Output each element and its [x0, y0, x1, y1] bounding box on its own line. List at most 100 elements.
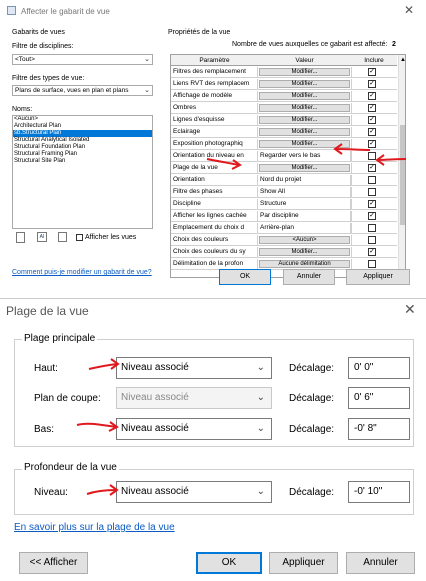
chevron-down-icon: ⌄: [256, 486, 265, 497]
view-range-help-link[interactable]: En savoir plus sur la plage de la vue: [14, 522, 175, 533]
param-value[interactable]: Par discipline: [258, 211, 351, 221]
list-item[interactable]: <Aucun>: [13, 116, 152, 123]
annotation-arrow-icon: [76, 421, 119, 432]
param-value[interactable]: Nord du projet: [258, 175, 351, 185]
close-icon[interactable]: ✕: [404, 3, 414, 17]
param-value[interactable]: Show All: [258, 187, 351, 197]
rename-icon[interactable]: AI: [37, 232, 47, 242]
bottom-level-select[interactable]: Niveau associé ⌄: [116, 418, 272, 440]
list-item[interactable]: sb.Structural Plan: [13, 130, 152, 137]
list-item[interactable]: Structural Site Plan: [13, 158, 152, 165]
ok-button[interactable]: OK: [196, 552, 262, 574]
cancel-button[interactable]: Annuler: [346, 552, 415, 574]
edit-value-button[interactable]: Modifier...: [259, 164, 350, 172]
show-views-checkbox[interactable]: [76, 234, 83, 241]
duplicate-icon[interactable]: [16, 232, 25, 243]
top-offset-input[interactable]: 0' 0": [348, 357, 410, 379]
apply-button[interactable]: Appliquer: [269, 552, 338, 574]
show-button[interactable]: << Afficher: [19, 552, 88, 574]
include-checkbox-checked[interactable]: ✓: [368, 248, 376, 256]
assigned-count-label: Nombre de vues auxquelles ce gabarit est…: [232, 41, 388, 48]
cancel-button[interactable]: Annuler: [283, 269, 335, 285]
top-level-select[interactable]: Niveau associé ⌄: [116, 357, 272, 379]
edit-value-button[interactable]: Modifier...: [259, 248, 350, 256]
list-item[interactable]: Architectural Plan: [13, 123, 152, 130]
param-name: Discipline: [171, 199, 258, 209]
ok-button[interactable]: OK: [219, 269, 271, 285]
include-checkbox-checked[interactable]: ✓: [368, 80, 376, 88]
dialog-title: Affecter le gabarit de vue: [21, 7, 110, 16]
table-row: Emplacement du choix d Arrière-plan: [171, 223, 397, 234]
top-label: Haut:: [34, 363, 58, 374]
edit-value-button[interactable]: Modifier...: [259, 68, 350, 76]
table-row: Affichage de modèle Modifier... ✓: [171, 91, 397, 102]
include-checkbox[interactable]: [368, 224, 376, 232]
include-checkbox[interactable]: [368, 236, 376, 244]
include-checkbox[interactable]: [368, 260, 376, 268]
discipline-filter-select[interactable]: <Tout> ⌄: [12, 54, 153, 65]
show-views-label: Afficher les vues: [85, 234, 137, 241]
param-name: Délimitation de la profon: [171, 259, 258, 269]
param-name: Exposition photographiq: [171, 139, 258, 149]
include-checkbox-checked[interactable]: ✓: [368, 200, 376, 208]
param-name: Choix des couleurs: [171, 235, 258, 245]
include-checkbox-checked[interactable]: ✓: [368, 212, 376, 220]
apply-button[interactable]: Appliquer: [346, 269, 410, 285]
cut-plane-offset-input[interactable]: 0' 6": [348, 387, 410, 409]
table-row: Filtre des phases Show All: [171, 187, 397, 198]
edit-value-button[interactable]: Modifier...: [259, 116, 350, 124]
scroll-thumb[interactable]: [400, 125, 405, 225]
include-checkbox-checked[interactable]: ✓: [368, 116, 376, 124]
discipline-filter-label: Filtre de disciplines:: [12, 43, 74, 50]
view-type-filter-label: Filtre des types de vue:: [12, 75, 85, 82]
edit-value-button[interactable]: Modifier...: [259, 104, 350, 112]
param-name: Orientation: [171, 175, 258, 185]
top-offset-label: Décalage:: [289, 363, 335, 374]
cut-plane-label: Plan de coupe:: [34, 393, 101, 404]
dialog-title: Plage de la vue: [6, 304, 89, 318]
include-checkbox-checked[interactable]: ✓: [368, 68, 376, 76]
include-checkbox[interactable]: [368, 188, 376, 196]
depth-offset-input[interactable]: -0' 10": [348, 481, 410, 503]
param-name: Lignes d'esquisse: [171, 115, 258, 125]
help-link[interactable]: Comment puis-je modifier un gabarit de v…: [12, 269, 152, 276]
annotation-arrow-icon: [88, 358, 120, 370]
delete-icon[interactable]: [58, 232, 67, 242]
include-checkbox-checked[interactable]: ✓: [368, 92, 376, 100]
close-icon[interactable]: ✕: [404, 301, 416, 318]
chevron-down-icon: ⌄: [256, 362, 265, 373]
annotation-arrow-icon: [206, 158, 242, 170]
edit-value-button[interactable]: Modifier...: [259, 92, 350, 100]
chevron-down-icon: ⌄: [256, 423, 265, 434]
depth-level-select[interactable]: Niveau associé ⌄: [116, 481, 272, 503]
param-name: Afficher les lignes cachée: [171, 211, 258, 221]
edit-value-button[interactable]: Aucune délimitation: [259, 260, 350, 268]
table-row: Orientation Nord du projet: [171, 175, 397, 186]
param-name: Eclairage: [171, 127, 258, 137]
edit-value-button[interactable]: Modifier...: [259, 128, 350, 136]
list-item[interactable]: Structural Framing Plan: [13, 151, 152, 158]
annotation-arrow-icon: [375, 154, 407, 166]
table-row: Choix des couleurs du sy Modifier... ✓: [171, 247, 397, 258]
table-row: Discipline Structure ✓: [171, 199, 397, 210]
edit-value-button[interactable]: Modifier...: [259, 80, 350, 88]
cut-plane-select[interactable]: Niveau associé ⌄: [116, 387, 272, 409]
scroll-up-icon[interactable]: ▲: [400, 57, 405, 63]
include-checkbox-checked[interactable]: ✓: [368, 128, 376, 136]
edit-value-button[interactable]: <Aucun>: [259, 236, 350, 244]
param-value[interactable]: Structure: [258, 199, 351, 209]
list-item[interactable]: Structural Analytical Isolated: [13, 137, 152, 144]
table-row: Eclairage Modifier... ✓: [171, 127, 397, 138]
list-item[interactable]: Structural Foundation Plan: [13, 144, 152, 151]
cut-plane-offset-label: Décalage:: [289, 393, 335, 404]
template-names-list[interactable]: <Aucun> Architectural Plan sb.Structural P…: [12, 115, 153, 229]
view-type-filter-select[interactable]: Plans de surface, vues en plan et plans ⌄: [12, 85, 153, 96]
include-checkbox[interactable]: [368, 176, 376, 184]
primary-range-title: Plage principale: [22, 333, 98, 344]
view-depth-title: Profondeur de la vue: [22, 462, 119, 473]
names-label: Noms:: [12, 106, 33, 113]
include-checkbox-checked[interactable]: ✓: [368, 104, 376, 112]
title-bar: Affecter le gabarit de vue ✕: [0, 0, 426, 22]
param-value[interactable]: Arrière-plan: [258, 223, 351, 233]
bottom-offset-input[interactable]: -0' 8": [348, 418, 410, 440]
